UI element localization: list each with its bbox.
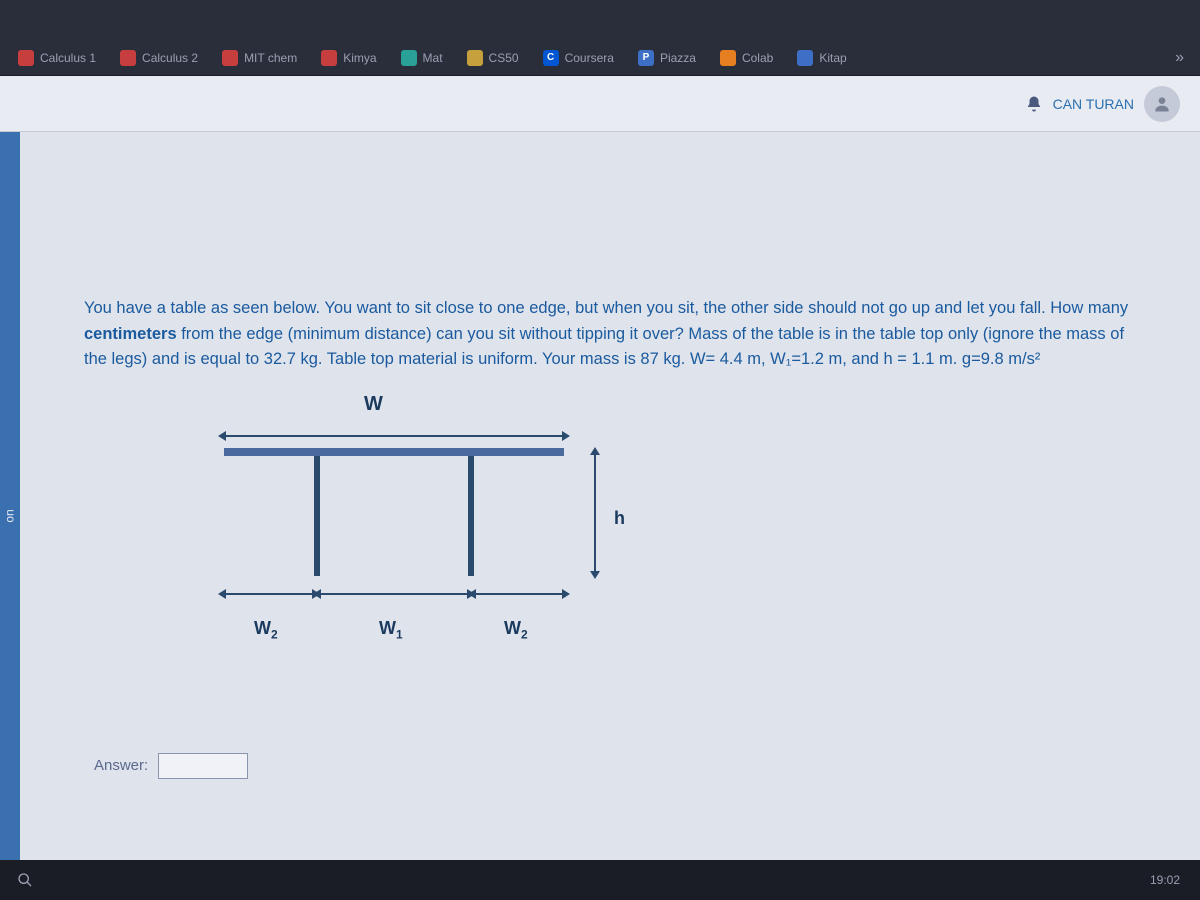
avatar[interactable] [1144, 86, 1180, 122]
page-content: CAN TURAN on You have a table as seen be… [0, 76, 1200, 900]
w1-arrow [319, 593, 469, 595]
bookmark-label: CS50 [489, 51, 519, 65]
bookmark-piazza[interactable]: P Piazza [628, 46, 706, 70]
w2-left-arrow [224, 593, 314, 595]
book-icon [797, 50, 813, 66]
sidebar-nav[interactable]: on [0, 132, 20, 900]
notifications-icon[interactable] [1025, 95, 1043, 113]
width-label: W [364, 393, 383, 416]
youtube-icon [222, 50, 238, 66]
w2-right-arrow [474, 593, 564, 595]
w1-label: W1 [379, 618, 403, 642]
bookmark-mat[interactable]: Mat [391, 46, 453, 70]
answer-input[interactable] [158, 753, 248, 779]
answer-row: Answer: [94, 753, 1146, 779]
height-label: h [614, 508, 625, 529]
sidebar-label: on [3, 509, 17, 522]
bookmark-label: Kitap [819, 51, 846, 65]
bookmark-label: Calculus 1 [40, 51, 96, 65]
bottom-dimensions [224, 593, 564, 595]
shield-icon [467, 50, 483, 66]
question-card: You have a table as seen below. You want… [60, 276, 1170, 799]
bookmark-coursera[interactable]: C Coursera [533, 46, 624, 70]
folder-icon [401, 50, 417, 66]
bookmark-kitap[interactable]: Kitap [787, 46, 856, 70]
bookmark-label: Mat [423, 51, 443, 65]
bookmark-label: Piazza [660, 51, 696, 65]
bookmark-kimya[interactable]: Kimya [311, 46, 386, 70]
w2-left-label: W2 [254, 618, 278, 642]
table-leg-right [468, 456, 474, 576]
table-leg-left [314, 456, 320, 576]
bookmark-label: MIT chem [244, 51, 297, 65]
coursera-icon: C [543, 50, 559, 66]
bookmark-colab[interactable]: Colab [710, 46, 783, 70]
windows-taskbar: 19:02 [0, 860, 1200, 900]
bookmarks-overflow[interactable]: » [1167, 45, 1192, 71]
search-icon[interactable] [10, 865, 40, 895]
answer-label: Answer: [94, 757, 148, 774]
colab-icon [720, 50, 736, 66]
page-header: CAN TURAN [0, 76, 1200, 132]
youtube-icon [18, 50, 34, 66]
question-text: You have a table as seen below. You want… [84, 296, 1146, 373]
taskbar-clock[interactable]: 19:02 [1150, 873, 1190, 887]
width-dimension-arrow [224, 435, 564, 437]
bookmark-label: Calculus 2 [142, 51, 198, 65]
piazza-icon: P [638, 50, 654, 66]
bookmark-calculus2[interactable]: Calculus 2 [110, 46, 208, 70]
bookmarks-bar: Calculus 1 Calculus 2 MIT chem Kimya Mat… [0, 40, 1200, 76]
w2-right-label: W2 [504, 618, 528, 642]
bookmark-label: Coursera [565, 51, 614, 65]
table-top [224, 448, 564, 456]
height-dimension-arrow [594, 453, 596, 573]
bookmark-label: Colab [742, 51, 773, 65]
youtube-icon [321, 50, 337, 66]
bookmark-calculus1[interactable]: Calculus 1 [8, 46, 106, 70]
bookmark-label: Kimya [343, 51, 376, 65]
browser-chrome [0, 0, 1200, 40]
bookmark-mitchem[interactable]: MIT chem [212, 46, 307, 70]
table-diagram: W h W2 W1 W2 [164, 393, 664, 693]
bookmark-cs50[interactable]: CS50 [457, 46, 529, 70]
youtube-icon [120, 50, 136, 66]
chevron-right-icon: » [1175, 49, 1184, 66]
user-name: CAN TURAN [1053, 96, 1134, 112]
